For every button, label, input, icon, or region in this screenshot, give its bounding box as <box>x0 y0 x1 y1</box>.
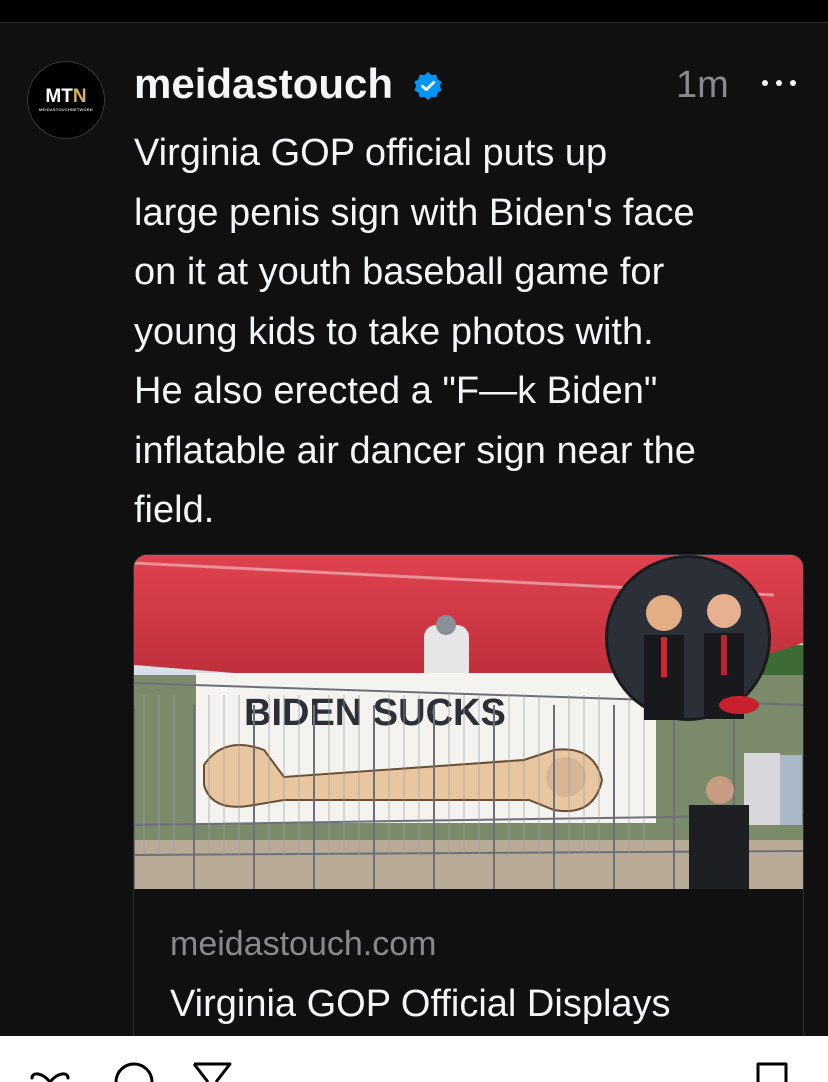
link-preview-title: Virginia GOP Official Displays <box>170 983 671 1025</box>
action-bar <box>0 1036 828 1082</box>
heart-icon[interactable] <box>28 1060 72 1082</box>
avatar-logo: MTN <box>45 86 87 107</box>
link-preview-domain: meidastouch.com <box>170 925 437 963</box>
more-options-icon[interactable] <box>762 71 796 95</box>
top-bar <box>0 0 828 23</box>
link-preview-image: BIDEN SUCKS <box>134 555 803 889</box>
verified-badge-icon <box>414 72 442 100</box>
post-timestamp: 1m <box>676 64 729 106</box>
repost-icon[interactable] <box>190 1060 234 1082</box>
avatar-logo-subtext: MEIDASTOUCHNETWORK <box>39 107 93 112</box>
comment-icon[interactable] <box>112 1060 156 1082</box>
post: MTN MEIDASTOUCHNETWORK meidastouch 1m Vi… <box>0 23 828 1036</box>
bookmark-icon[interactable] <box>752 1060 792 1082</box>
avatar[interactable]: MTN MEIDASTOUCHNETWORK <box>27 61 105 139</box>
link-preview-card[interactable]: BIDEN SUCKS meidastouch.com Virginia GOP… <box>133 554 804 1036</box>
username[interactable]: meidastouch <box>134 59 393 109</box>
avatar-logo-accent: N <box>72 86 87 107</box>
avatar-logo-text: MT <box>45 86 73 107</box>
post-caption: Virginia GOP official puts up large peni… <box>134 132 696 531</box>
